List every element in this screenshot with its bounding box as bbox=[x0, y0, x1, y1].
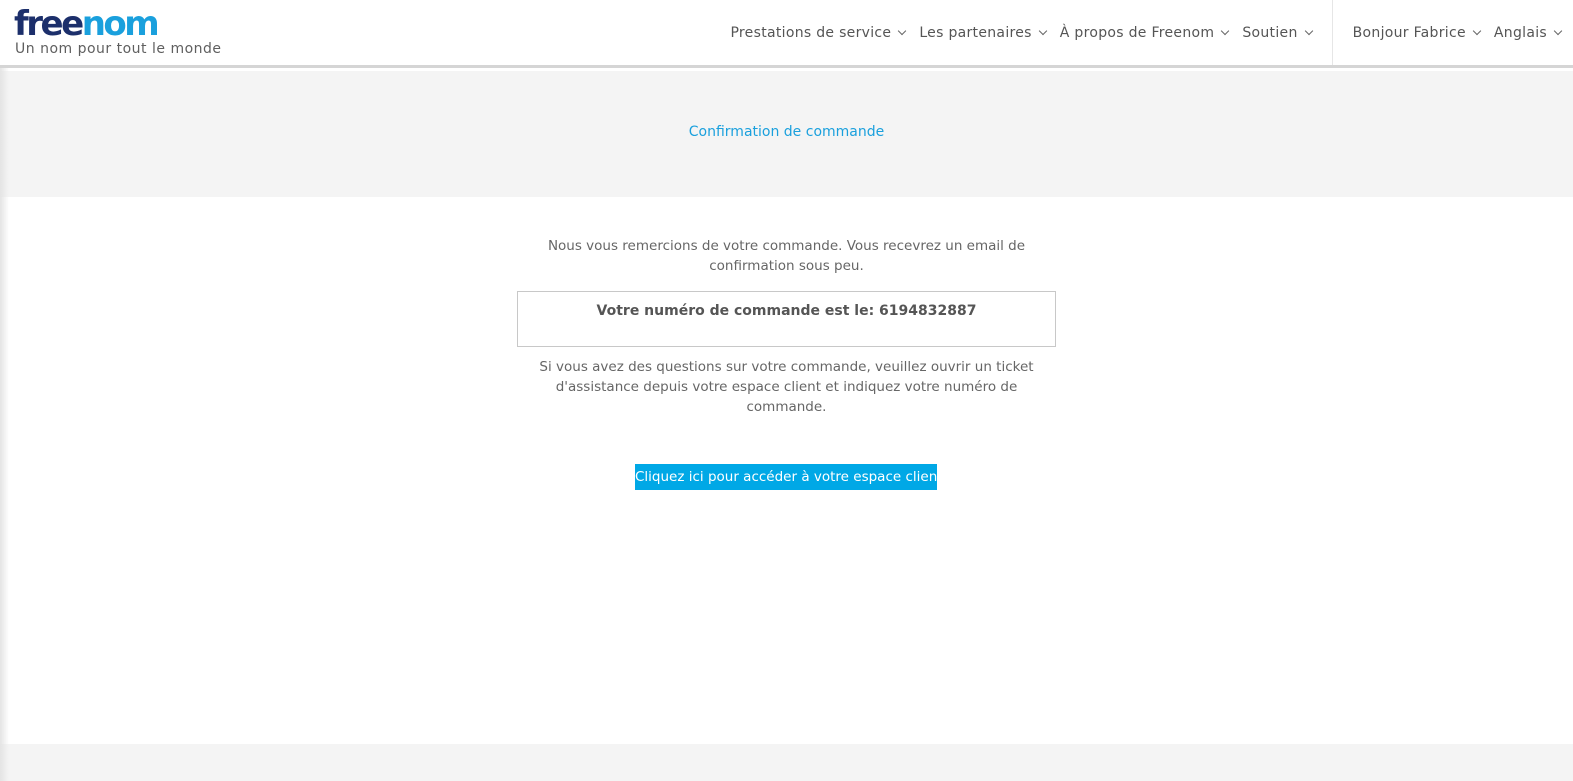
page-title-band: Confirmation de commande bbox=[0, 71, 1573, 197]
logo-wordmark: freenom bbox=[14, 4, 160, 44]
order-number-box: Votre numéro de commande est le: 6194832… bbox=[517, 291, 1056, 347]
chevron-down-icon bbox=[898, 26, 907, 35]
page-title: Confirmation de commande bbox=[688, 124, 885, 140]
order-number-text: Votre numéro de commande est le: 6194832… bbox=[596, 303, 977, 319]
main-nav: Prestations de service Les partenaires À… bbox=[730, 0, 1563, 65]
site-header: freenom Un nom pour tout le monde Presta… bbox=[0, 0, 1573, 68]
nav-item-label: Soutien bbox=[1242, 24, 1298, 41]
logo-tagline: Un nom pour tout le monde bbox=[15, 41, 222, 57]
nav-item-label: À propos de Freenom bbox=[1059, 24, 1215, 41]
client-area-button[interactable]: Cliquez ici pour accéder à votre espace … bbox=[635, 464, 943, 490]
nav-item-partners[interactable]: Les partenaires bbox=[919, 24, 1048, 41]
nav-item-language[interactable]: Anglais bbox=[1493, 24, 1563, 41]
chevron-down-icon bbox=[1304, 26, 1313, 35]
nav-item-label: Les partenaires bbox=[919, 24, 1032, 41]
left-edge-shadow bbox=[0, 68, 9, 781]
chevron-down-icon bbox=[1553, 26, 1563, 35]
chevron-down-icon bbox=[1221, 26, 1230, 35]
footer-band bbox=[0, 744, 1573, 781]
chevron-down-icon bbox=[1038, 26, 1048, 35]
help-message: Si vous avez des questions sur votre com… bbox=[539, 359, 1034, 415]
order-confirmation-content: Nous vous remercions de votre commande. … bbox=[517, 236, 1056, 417]
chevron-down-icon bbox=[1472, 26, 1482, 35]
nav-item-about[interactable]: À propos de Freenom bbox=[1059, 24, 1230, 41]
nav-divider bbox=[1331, 0, 1333, 65]
nav-item-label: Prestations de service bbox=[730, 24, 892, 41]
user-greeting: Bonjour Fabrice bbox=[1352, 24, 1466, 41]
language-label: Anglais bbox=[1493, 24, 1547, 41]
nav-item-user-menu[interactable]: Bonjour Fabrice bbox=[1352, 24, 1482, 41]
freenom-logo[interactable]: freenom Un nom pour tout le monde bbox=[14, 4, 221, 62]
logo-part-nom: nom bbox=[81, 4, 160, 44]
logo-part-free: free bbox=[14, 4, 84, 44]
nav-item-services[interactable]: Prestations de service bbox=[730, 24, 907, 41]
nav-item-support[interactable]: Soutien bbox=[1242, 24, 1313, 41]
thank-you-message: Nous vous remercions de votre commande. … bbox=[547, 238, 1026, 274]
